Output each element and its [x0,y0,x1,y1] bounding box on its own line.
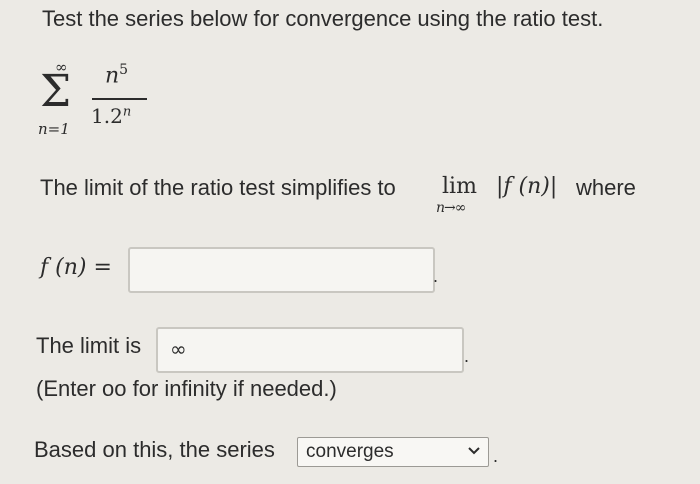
fn-label: f (n) = [40,255,112,280]
conclusion-label: Based on this, the series [34,437,275,462]
fn-period: . [433,266,439,286]
fraction-denominator: 1.2n [91,104,132,128]
limit-answer-input[interactable]: ∞ [156,327,464,373]
conclusion-selected-value: converges [306,441,394,462]
limit-label: The limit is [36,333,142,358]
limit-operator: lim [442,174,477,199]
numerator-exponent: 5 [119,62,129,78]
limit-period: . [464,346,470,366]
conclusion-period: . [493,446,499,466]
question-prompt: Test the series below for convergence us… [42,6,604,31]
denominator-exponent: n [122,104,132,120]
fraction-bar [92,98,147,100]
limit-subscript: n→∞ [436,200,466,216]
summation-symbol: Σ [40,66,72,117]
sum-lower-limit: n=1 [38,120,70,138]
absolute-f-expression: |f (n)| [496,174,558,199]
chevron-down-icon[interactable] [467,445,481,457]
conclusion-select[interactable]: converges [297,437,489,467]
fraction-numerator: n5 [105,62,129,89]
ratio-test-text: The limit of the ratio test simplifies t… [40,175,396,200]
where-text: where [576,175,636,200]
infinity-hint: (Enter oo for infinity if needed.) [36,376,337,401]
fn-answer-input[interactable] [128,247,435,293]
